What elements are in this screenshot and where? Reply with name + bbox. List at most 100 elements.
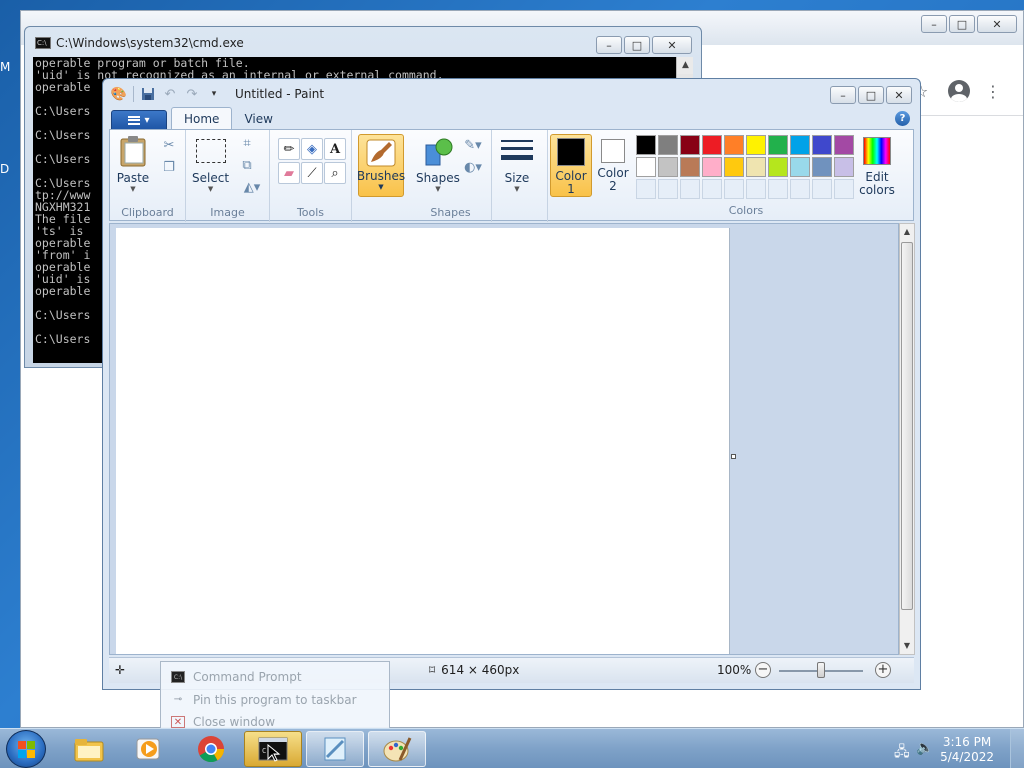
palette-empty-slot[interactable] bbox=[724, 179, 744, 199]
paste-button[interactable]: Paste ▼ bbox=[116, 134, 150, 193]
magnifier-icon[interactable]: ⌕ bbox=[324, 162, 346, 184]
chrome-close-button[interactable]: ✕ bbox=[977, 15, 1017, 33]
paint-minimize-button[interactable]: – bbox=[830, 86, 856, 104]
paint-app-icon[interactable]: 🎨 bbox=[111, 86, 127, 102]
undo-icon[interactable]: ↶ bbox=[162, 86, 178, 102]
taskbar-explorer-button[interactable] bbox=[60, 731, 118, 767]
taskbar-notepad-button[interactable] bbox=[306, 731, 364, 767]
chrome-maximize-button[interactable]: □ bbox=[949, 15, 975, 33]
tab-home[interactable]: Home bbox=[171, 107, 233, 130]
palette-swatch[interactable] bbox=[768, 157, 788, 177]
volume-icon[interactable]: 🔈 bbox=[916, 740, 933, 756]
cut-icon[interactable]: ✂ bbox=[160, 136, 178, 154]
palette-swatch[interactable] bbox=[702, 135, 722, 155]
palette-swatch[interactable] bbox=[746, 157, 766, 177]
fill-bucket-icon[interactable]: ◈ bbox=[301, 138, 323, 160]
save-icon[interactable] bbox=[140, 86, 156, 102]
scroll-up-arrow-icon[interactable]: ▲ bbox=[677, 57, 693, 74]
jumplist-item-command-prompt[interactable]: C:\ Command Prompt bbox=[171, 670, 302, 684]
palette-swatch[interactable] bbox=[812, 135, 832, 155]
cmd-minimize-button[interactable]: – bbox=[596, 36, 622, 54]
resize-icon[interactable]: ⧉ bbox=[238, 156, 256, 174]
palette-empty-slot[interactable] bbox=[680, 179, 700, 199]
scroll-up-icon[interactable]: ▲ bbox=[900, 224, 914, 240]
taskbar-cmd-button[interactable]: C:\_ bbox=[244, 731, 302, 767]
crop-icon[interactable]: ⌗ bbox=[238, 134, 256, 152]
paint-maximize-button[interactable]: □ bbox=[858, 86, 884, 104]
palette-swatch[interactable] bbox=[790, 157, 810, 177]
copy-icon[interactable]: ❐ bbox=[160, 158, 178, 176]
zoom-in-icon[interactable]: + bbox=[875, 662, 891, 678]
outline-icon[interactable]: ✎▾ bbox=[460, 136, 486, 154]
zoom-slider-thumb[interactable] bbox=[817, 662, 825, 678]
chrome-minimize-button[interactable]: – bbox=[921, 15, 947, 33]
text-tool-icon[interactable]: A bbox=[324, 138, 346, 160]
color1-button[interactable]: Color 1 bbox=[550, 134, 592, 197]
canvas-area[interactable] bbox=[109, 223, 899, 655]
shapes-button[interactable]: Shapes ▼ bbox=[416, 134, 460, 193]
palette-empty-slot[interactable] bbox=[658, 179, 678, 199]
palette-empty-slot[interactable] bbox=[812, 179, 832, 199]
palette-swatch[interactable] bbox=[834, 135, 854, 155]
color2-button[interactable]: Color 2 bbox=[592, 134, 634, 197]
palette-swatch[interactable] bbox=[636, 135, 656, 155]
palette-empty-slot[interactable] bbox=[768, 179, 788, 199]
size-button[interactable]: Size ▼ bbox=[500, 134, 534, 193]
taskbar-chrome-button[interactable] bbox=[182, 731, 240, 767]
palette-empty-slot[interactable] bbox=[746, 179, 766, 199]
network-icon[interactable]: 🖧 bbox=[894, 741, 910, 765]
palette-swatch[interactable] bbox=[768, 135, 788, 155]
fill-icon[interactable]: ◐▾ bbox=[460, 158, 486, 176]
canvas-vertical-scrollbar[interactable]: ▲ ▼ bbox=[899, 223, 915, 655]
drawing-canvas[interactable] bbox=[116, 228, 730, 654]
profile-icon[interactable] bbox=[947, 79, 971, 103]
palette-swatch[interactable] bbox=[812, 157, 832, 177]
clock[interactable]: 3:16 PM 5/4/2022 bbox=[940, 735, 994, 765]
palette-empty-slot[interactable] bbox=[834, 179, 854, 199]
paint-titlebar[interactable]: 🎨 ↶ ↷ ▾ Untitled - Paint – □ ✕ bbox=[103, 79, 920, 107]
scroll-down-icon[interactable]: ▼ bbox=[900, 638, 914, 654]
scroll-thumb[interactable] bbox=[901, 242, 913, 610]
chrome-menu-icon[interactable]: ⋮ bbox=[981, 79, 1005, 103]
select-button[interactable]: Select ▼ bbox=[192, 134, 229, 193]
palette-swatch[interactable] bbox=[746, 135, 766, 155]
rotate-icon[interactable]: ◭▾ bbox=[238, 178, 266, 196]
palette-swatch[interactable] bbox=[636, 157, 656, 177]
cmd-titlebar[interactable]: C:\ C:\Windows\system32\cmd.exe bbox=[35, 36, 244, 50]
cmd-close-button[interactable]: ✕ bbox=[652, 36, 692, 54]
cmd-maximize-button[interactable]: □ bbox=[624, 36, 650, 54]
jumplist-item-pin[interactable]: ⊸ Pin this program to taskbar bbox=[171, 693, 357, 707]
redo-icon[interactable]: ↷ bbox=[184, 86, 200, 102]
edit-colors-button[interactable]: Edit colors bbox=[856, 134, 898, 197]
palette-empty-slot[interactable] bbox=[790, 179, 810, 199]
jumplist-item-close[interactable]: ✕ Close window bbox=[171, 715, 275, 729]
brushes-chevron-icon: ▼ bbox=[378, 183, 384, 191]
customize-qat-chevron-icon[interactable]: ▾ bbox=[206, 86, 222, 102]
paint-window[interactable]: 🎨 ↶ ↷ ▾ Untitled - Paint – □ ✕ ▾ Home Vi… bbox=[102, 78, 921, 690]
pencil-icon[interactable]: ✏ bbox=[278, 138, 300, 160]
palette-swatch[interactable] bbox=[680, 157, 700, 177]
palette-empty-slot[interactable] bbox=[636, 179, 656, 199]
palette-swatch[interactable] bbox=[834, 157, 854, 177]
paint-close-button[interactable]: ✕ bbox=[886, 86, 912, 104]
palette-swatch[interactable] bbox=[658, 135, 678, 155]
eraser-icon[interactable]: ▰ bbox=[278, 162, 300, 184]
palette-empty-slot[interactable] bbox=[702, 179, 722, 199]
zoom-out-icon[interactable]: − bbox=[755, 662, 771, 678]
palette-swatch[interactable] bbox=[790, 135, 810, 155]
canvas-resize-handle[interactable] bbox=[731, 454, 736, 459]
color-picker-icon[interactable]: ⟋ bbox=[301, 162, 323, 184]
start-button-windows-icon[interactable] bbox=[6, 730, 46, 768]
taskbar-media-player-button[interactable] bbox=[120, 731, 178, 767]
paint-menu-button[interactable]: ▾ bbox=[111, 110, 167, 130]
palette-swatch[interactable] bbox=[724, 157, 744, 177]
palette-swatch[interactable] bbox=[724, 135, 744, 155]
palette-swatch[interactable] bbox=[658, 157, 678, 177]
help-icon[interactable]: ? bbox=[895, 111, 910, 126]
tab-view[interactable]: View bbox=[232, 108, 284, 130]
palette-swatch[interactable] bbox=[680, 135, 700, 155]
taskbar-paint-button[interactable] bbox=[368, 731, 426, 767]
brushes-button[interactable]: Brushes ▼ bbox=[357, 134, 405, 197]
show-desktop-button[interactable] bbox=[1010, 729, 1024, 768]
palette-swatch[interactable] bbox=[702, 157, 722, 177]
